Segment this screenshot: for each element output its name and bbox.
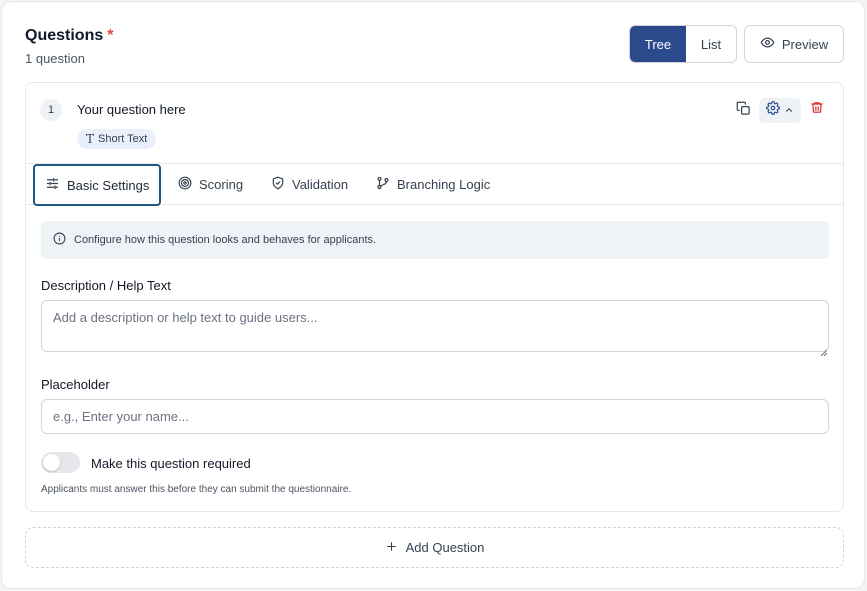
tab-validation[interactable]: Validation: [271, 164, 348, 204]
placeholder-field[interactable]: [41, 399, 829, 434]
questions-panel: Questions * 1 question Tree List Preview …: [1, 1, 865, 589]
question-text[interactable]: Your question here: [77, 102, 186, 117]
question-type-badge: T Short Text: [77, 129, 157, 149]
tab-label: Scoring: [199, 176, 244, 192]
required-toggle-label: Make this question required: [91, 456, 251, 471]
preview-button[interactable]: Preview: [744, 25, 844, 63]
toggle-knob: [43, 454, 60, 471]
required-toggle[interactable]: [41, 452, 80, 473]
tab-label: Basic Settings: [67, 177, 150, 193]
resize-handle-icon[interactable]: [820, 343, 828, 357]
tab-label: Validation: [292, 176, 349, 192]
tab-branching-logic[interactable]: Branching Logic: [376, 164, 490, 204]
info-banner: Configure how this question looks and be…: [41, 221, 829, 259]
eye-icon: [760, 35, 775, 53]
page-title-text: Questions: [25, 27, 104, 44]
settings-collapse-button[interactable]: [759, 98, 801, 123]
preview-label: Preview: [781, 36, 829, 52]
view-toggle: Tree List: [629, 25, 737, 63]
duplicate-button[interactable]: [734, 101, 752, 121]
text-type-icon: T: [86, 132, 95, 146]
trash-icon: [810, 100, 824, 120]
settings-tabs: Basic Settings Scoring Validation Branch…: [26, 163, 843, 206]
sliders-icon: [45, 176, 60, 194]
gear-icon: [766, 101, 780, 120]
add-question-button[interactable]: Add Question: [25, 527, 844, 568]
question-number: 1: [40, 99, 62, 121]
copy-icon: [736, 101, 751, 121]
description-label: Description / Help Text: [41, 278, 171, 293]
add-question-label: Add Question: [405, 540, 485, 555]
page-title: Questions *: [25, 27, 113, 45]
target-icon: [178, 176, 192, 193]
placeholder-label: Placeholder: [41, 377, 110, 392]
required-mark: *: [107, 27, 114, 44]
tab-scoring[interactable]: Scoring: [178, 164, 243, 204]
chevron-up-icon: [784, 102, 794, 120]
tab-basic-settings[interactable]: Basic Settings: [33, 164, 162, 206]
required-hint: Applicants must answer this before they …: [41, 484, 352, 495]
shield-check-icon: [271, 176, 285, 193]
git-branch-icon: [376, 176, 390, 193]
question-card: 1 Your question here T Short Text Basic …: [25, 82, 844, 512]
question-count: 1 question: [25, 51, 85, 66]
delete-question-button[interactable]: [808, 101, 826, 119]
info-text: Configure how this question looks and be…: [74, 234, 377, 246]
plus-icon: [385, 540, 398, 556]
question-type-label: Short Text: [98, 133, 148, 145]
view-list-button[interactable]: List: [686, 26, 736, 62]
description-field[interactable]: [41, 300, 829, 352]
info-icon: [53, 232, 66, 248]
tab-label: Branching Logic: [397, 176, 491, 192]
view-tree-button[interactable]: Tree: [630, 26, 686, 62]
